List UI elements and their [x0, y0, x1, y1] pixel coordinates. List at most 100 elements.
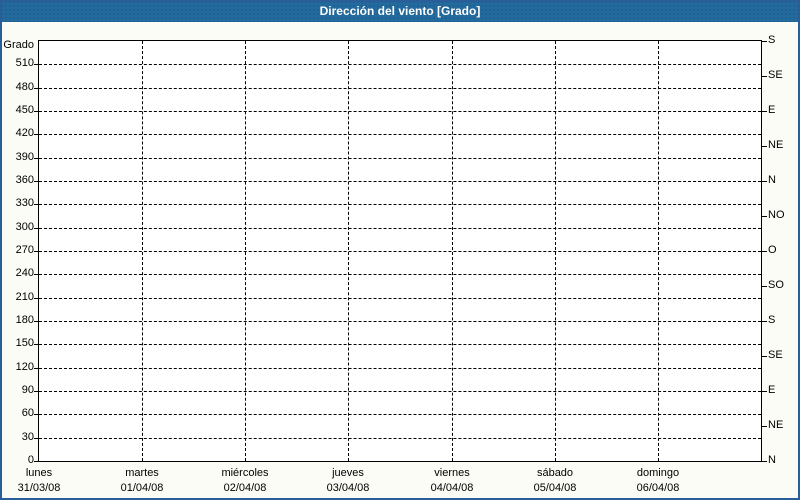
day-name: miércoles [221, 467, 269, 479]
right-axis-label-495: SE [768, 69, 783, 81]
y-tick-mark [34, 321, 39, 322]
right-axis-label-405: NE [768, 139, 784, 151]
y-tick-label: 420 [15, 127, 34, 139]
y-tick-mark [34, 228, 39, 229]
y-tick-label: 360 [15, 174, 34, 186]
right-axis-label-90: E [768, 384, 776, 396]
y-tick-mark [34, 158, 39, 159]
right-axis-label-315: NO [768, 209, 785, 221]
day-date: 06/04/08 [636, 482, 680, 494]
h-gridline-180 [39, 321, 761, 322]
right-tick-mark [762, 111, 767, 112]
h-gridline-90 [39, 391, 761, 392]
day-date: 04/04/08 [430, 482, 474, 494]
y-tick-label: 510 [15, 57, 34, 69]
day-name: martes [125, 467, 159, 479]
h-gridline-450 [39, 111, 761, 112]
chart-title: Dirección del viento [Grado] [0, 0, 800, 22]
y-tick-mark [34, 64, 39, 65]
day-name: jueves [332, 467, 364, 479]
x-day-label-sábado: sábado 05/04/08 [495, 466, 615, 496]
right-axis-label-180: S [768, 314, 776, 326]
y-tick-mark [34, 251, 39, 252]
day-date: 01/04/08 [120, 482, 164, 494]
h-gridline-210 [39, 298, 761, 299]
y-tick-label: 390 [15, 151, 34, 163]
y-tick-mark [34, 204, 39, 205]
y-tick-mark [34, 298, 39, 299]
v-gridline-day-2 [245, 41, 246, 461]
x-day-label-miércoles: miércoles 02/04/08 [185, 466, 305, 496]
right-tick-mark [762, 181, 767, 182]
y-tick-mark [34, 274, 39, 275]
y-tick-label: 300 [15, 221, 34, 233]
right-tick-mark [762, 76, 767, 77]
y-tick-label: 480 [15, 81, 34, 93]
y-tick-label: 180 [15, 314, 34, 326]
h-gridline-360 [39, 181, 761, 182]
h-gridline-510 [39, 64, 761, 65]
v-gridline-day-4 [452, 41, 453, 461]
day-date: 02/04/08 [223, 482, 267, 494]
h-gridline-480 [39, 88, 761, 89]
h-gridline-420 [39, 134, 761, 135]
x-day-label-martes: martes 01/04/08 [82, 466, 202, 496]
y-tick-label: 210 [15, 291, 34, 303]
h-gridline-240 [39, 274, 761, 275]
y-tick-mark [34, 391, 39, 392]
right-axis-label-45: NE [768, 419, 784, 431]
v-gridline-day-3 [348, 41, 349, 461]
y-tick-label: 450 [15, 104, 34, 116]
y-tick-label: 270 [15, 244, 34, 256]
x-day-label-domingo: domingo 06/04/08 [598, 466, 718, 496]
right-axis-label-360: N [768, 174, 776, 186]
v-gridline-day-6 [658, 41, 659, 461]
day-name: viernes [434, 467, 470, 479]
right-tick-mark [762, 251, 767, 252]
chart-window: Dirección del viento [Grado] 0 30 60 90 120 1… [0, 0, 800, 500]
y-tick-mark [34, 134, 39, 135]
day-date: 05/04/08 [533, 482, 577, 494]
y-tick-mark [34, 461, 39, 462]
day-name: sábado [536, 467, 574, 479]
right-axis-label-270: O [768, 244, 777, 256]
plot-area [39, 41, 761, 461]
v-gridline-day-5 [555, 41, 556, 461]
h-gridline-60 [39, 414, 761, 415]
right-axis-label-450: E [768, 104, 776, 116]
y-tick-label: 90 [21, 384, 34, 396]
right-axis-label-0: N [768, 454, 776, 466]
right-tick-mark [762, 216, 767, 217]
h-gridline-120 [39, 368, 761, 369]
y-axis-title: Grado [3, 39, 34, 51]
y-tick-label: 240 [15, 267, 34, 279]
right-tick-mark [762, 41, 767, 42]
right-tick-mark [762, 356, 767, 357]
h-gridline-330 [39, 204, 761, 205]
h-gridline-270 [39, 251, 761, 252]
h-gridline-150 [39, 344, 761, 345]
h-gridline-390 [39, 158, 761, 159]
right-axis-label-540: S [768, 34, 776, 46]
right-axis-label-225: SO [768, 279, 784, 291]
y-tick-mark [34, 438, 39, 439]
h-gridline-300 [39, 228, 761, 229]
right-tick-mark [762, 286, 767, 287]
day-name: domingo [636, 467, 680, 479]
x-day-label-viernes: viernes 04/04/08 [392, 466, 512, 496]
y-tick-label: 150 [15, 337, 34, 349]
h-gridline-30 [39, 438, 761, 439]
right-tick-mark [762, 391, 767, 392]
y-tick-label: 60 [21, 407, 34, 419]
day-date: 03/04/08 [326, 482, 370, 494]
y-tick-mark [34, 414, 39, 415]
x-day-label-jueves: jueves 03/04/08 [288, 466, 408, 496]
right-axis-label-135: SE [768, 349, 783, 361]
right-tick-mark [762, 146, 767, 147]
right-tick-mark [762, 321, 767, 322]
y-tick-mark [34, 88, 39, 89]
y-tick-mark [34, 111, 39, 112]
y-tick-label: 120 [15, 361, 34, 373]
y-tick-label: 330 [15, 197, 34, 209]
y-tick-mark [34, 181, 39, 182]
